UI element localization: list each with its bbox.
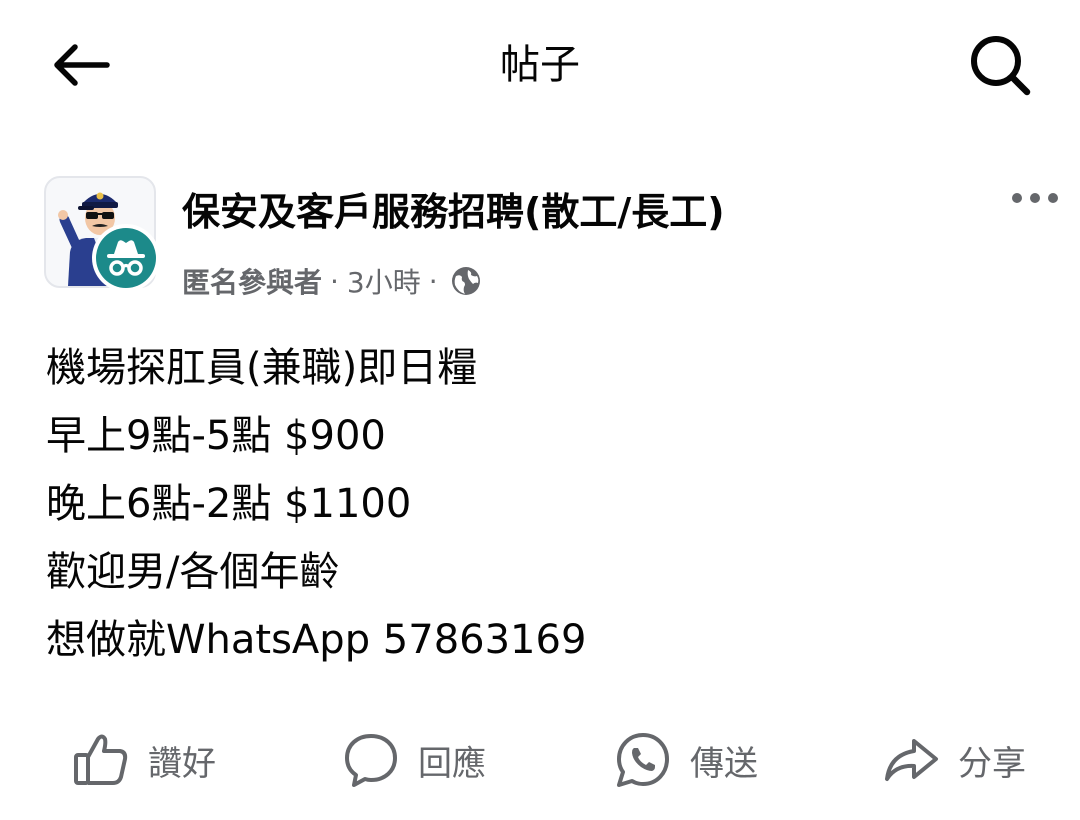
comment-label: 回應	[418, 743, 486, 784]
comment-button[interactable]: 回應	[342, 720, 486, 800]
top-bar: 帖子	[0, 0, 1080, 125]
thumbs-up-icon	[74, 734, 128, 785]
meta-separator: ·	[428, 264, 438, 298]
share-button[interactable]: 分享	[882, 720, 1026, 800]
post-time[interactable]: 3小時	[347, 261, 421, 301]
more-horizontal-icon	[1048, 193, 1058, 203]
post-body: 機場探肛員(兼職)即日糧 早上9點-5點 $900 晚上6點-2點 $1100 …	[46, 334, 1036, 674]
more-horizontal-icon	[1030, 193, 1040, 203]
meta-separator: ·	[330, 264, 339, 298]
page-title: 帖子	[500, 42, 580, 88]
whatsapp-icon	[617, 733, 669, 787]
send-label: 傳送	[690, 743, 758, 784]
like-label: 讚好	[148, 743, 216, 784]
more-options-button[interactable]	[995, 176, 1075, 220]
anonymous-badge	[92, 224, 160, 292]
search-icon	[971, 36, 1031, 96]
post-text-line: 想做就WhatsApp 57863169	[46, 617, 587, 663]
globe-icon	[450, 265, 482, 297]
anonymous-badge-inner	[96, 228, 156, 288]
post-text-line: 機場探肛員(兼職)即日糧	[46, 345, 478, 391]
post-text-line: 晚上6點-2點 $1100	[46, 481, 412, 527]
share-label: 分享	[958, 743, 1026, 784]
like-button[interactable]: 讚好	[72, 720, 216, 800]
search-button[interactable]	[955, 25, 1045, 105]
comment-bubble-icon	[345, 734, 397, 787]
group-avatar-wrap[interactable]	[44, 176, 160, 292]
author-name[interactable]: 匿名參與者	[182, 261, 322, 301]
post-meta: 匿名參與者 · 3小時 ·	[182, 258, 482, 304]
send-button[interactable]: 傳送	[614, 720, 758, 800]
group-name[interactable]: 保安及客戶服務招聘(散工/長工)	[182, 186, 962, 238]
anonymous-incognito-icon	[107, 240, 145, 276]
post-text-line: 歡迎男/各個年齡	[46, 549, 340, 595]
share-arrow-icon	[885, 739, 938, 781]
more-horizontal-icon	[1012, 193, 1022, 203]
arrow-left-icon	[54, 44, 110, 86]
back-button[interactable]	[40, 30, 120, 100]
post-text-line: 早上9點-5點 $900	[46, 413, 386, 459]
post-actions-bar: 讚好 回應 傳送 分享	[0, 720, 1080, 800]
